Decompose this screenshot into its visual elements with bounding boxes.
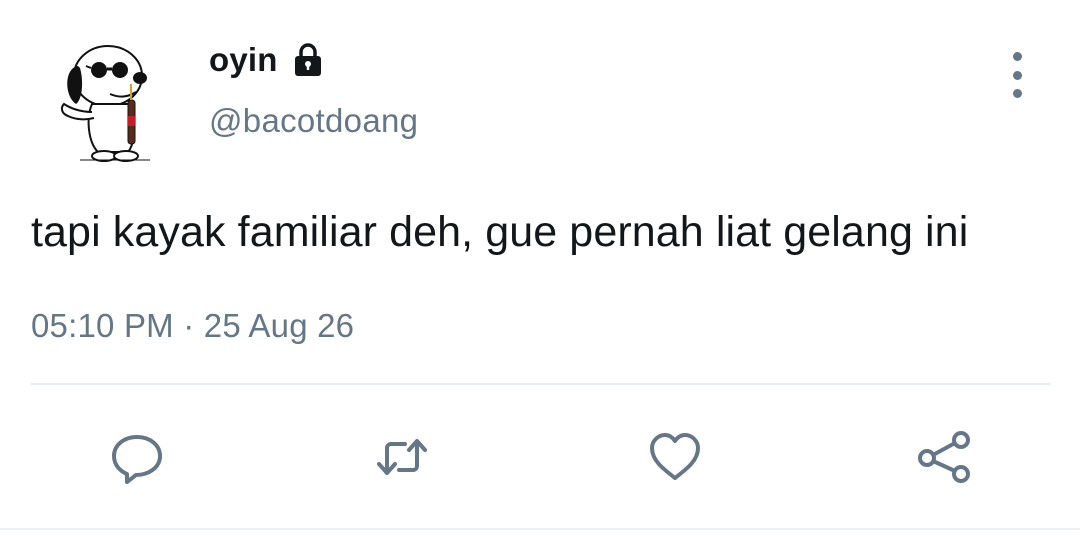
reply-icon <box>112 435 162 484</box>
more-dot <box>1012 52 1022 61</box>
snoopy-avatar-icon <box>60 45 150 162</box>
author-name-row[interactable]: oyin <box>209 38 326 82</box>
share-button[interactable] <box>915 428 973 486</box>
tweet-timestamp[interactable]: 05:10 PM · 25 Aug 26 <box>31 307 354 345</box>
retweet-button[interactable] <box>373 428 431 486</box>
reply-button[interactable] <box>108 428 166 486</box>
share-icon <box>918 431 970 483</box>
more-options-icon[interactable] <box>1000 52 1034 98</box>
display-name[interactable]: oyin <box>209 41 278 79</box>
avatar[interactable] <box>50 38 160 168</box>
tweet-card: oyin @bacotdoang tapi kayak familiar deh… <box>0 0 1080 549</box>
more-dot <box>1012 89 1022 98</box>
retweet-icon <box>377 439 427 475</box>
more-dot <box>1012 70 1022 80</box>
like-button[interactable] <box>646 428 704 486</box>
tweet-text: tapi kayak familiar deh, gue pernah liat… <box>31 208 969 256</box>
author-handle[interactable]: @bacotdoang <box>209 102 418 140</box>
heart-icon <box>650 433 700 480</box>
bottom-divider <box>0 528 1080 530</box>
lock-icon <box>290 42 326 78</box>
divider <box>31 383 1050 385</box>
